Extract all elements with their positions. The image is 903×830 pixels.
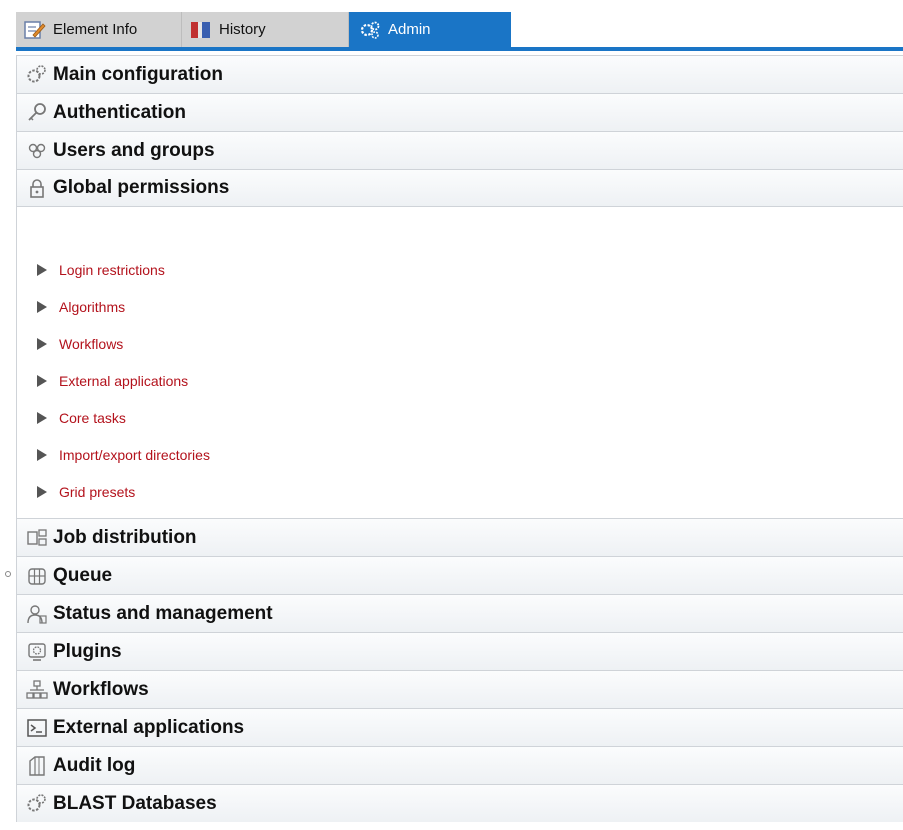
section-label: Job distribution	[53, 526, 197, 548]
section-label: External applications	[53, 716, 245, 738]
expand-arrow-icon[interactable]	[37, 374, 47, 387]
element-info-icon	[24, 20, 46, 40]
permission-item-import-export-directories[interactable]: Import/export directories	[17, 436, 903, 473]
permission-item-label[interactable]: External applications	[59, 373, 188, 389]
expand-arrow-icon[interactable]	[37, 448, 47, 461]
section-label: Users and groups	[53, 139, 215, 161]
section-label: Queue	[53, 564, 113, 586]
queue-icon	[26, 565, 48, 587]
admin-icon	[359, 20, 381, 40]
section-blast-databases[interactable]: BLAST Databases	[16, 784, 903, 822]
expand-arrow-icon[interactable]	[37, 485, 47, 498]
panel-resize-handle[interactable]	[5, 571, 11, 577]
section-authentication[interactable]: Authentication	[16, 93, 903, 131]
audit-log-icon	[26, 755, 48, 777]
section-plugins[interactable]: Plugins	[16, 632, 903, 670]
lock-icon	[26, 177, 48, 199]
tab-bar: Element Info History Admin	[16, 12, 903, 50]
admin-accordion: Main configuration Authentication Users …	[16, 55, 903, 822]
key-icon	[26, 102, 48, 124]
permission-item-label[interactable]: Algorithms	[59, 299, 125, 315]
terminal-icon	[26, 717, 48, 739]
history-icon	[190, 20, 212, 40]
tab-underline	[16, 47, 903, 51]
section-workflows[interactable]: Workflows	[16, 670, 903, 708]
section-label: Status and management	[53, 602, 273, 624]
section-job-distribution[interactable]: Job distribution	[16, 518, 903, 556]
tab-history[interactable]: History	[182, 12, 349, 47]
section-label: BLAST Databases	[53, 792, 217, 814]
expand-arrow-icon[interactable]	[37, 337, 47, 350]
job-distribution-icon	[26, 527, 48, 549]
tab-label: Element Info	[53, 21, 138, 38]
plugins-icon	[26, 641, 48, 663]
section-label: Audit log	[53, 754, 136, 776]
section-status-and-management[interactable]: Status and management	[16, 594, 903, 632]
section-label: Plugins	[53, 640, 122, 662]
global-permissions-panel: Login restrictions Algorithms Workflows …	[16, 207, 903, 518]
section-label: Workflows	[53, 678, 149, 700]
tab-element-info[interactable]: Element Info	[16, 12, 182, 47]
gears-icon	[26, 793, 48, 815]
permission-item-label[interactable]: Core tasks	[59, 410, 126, 426]
permission-item-label[interactable]: Workflows	[59, 336, 123, 352]
permission-item-external-applications[interactable]: External applications	[17, 362, 903, 399]
section-global-permissions[interactable]: Global permissions	[16, 169, 903, 207]
section-external-applications[interactable]: External applications	[16, 708, 903, 746]
permission-item-core-tasks[interactable]: Core tasks	[17, 399, 903, 436]
permission-item-algorithms[interactable]: Algorithms	[17, 288, 903, 325]
section-label: Authentication	[53, 101, 186, 123]
permission-item-label[interactable]: Grid presets	[59, 484, 135, 500]
expand-arrow-icon[interactable]	[37, 411, 47, 424]
permission-item-login-restrictions[interactable]: Login restrictions	[17, 251, 903, 288]
permission-item-workflows[interactable]: Workflows	[17, 325, 903, 362]
section-queue[interactable]: Queue	[16, 556, 903, 594]
section-label: Global permissions	[53, 177, 230, 198]
tab-label: History	[219, 21, 266, 38]
users-icon	[26, 140, 48, 162]
tab-label: Admin	[388, 21, 431, 38]
expand-arrow-icon[interactable]	[37, 300, 47, 313]
permission-item-label[interactable]: Import/export directories	[59, 447, 210, 463]
permission-item-label[interactable]: Login restrictions	[59, 262, 165, 278]
status-icon	[26, 603, 48, 625]
section-main-configuration[interactable]: Main configuration	[16, 55, 903, 93]
workflows-icon	[26, 679, 48, 701]
permission-item-grid-presets[interactable]: Grid presets	[17, 473, 903, 510]
section-label: Main configuration	[53, 63, 223, 85]
section-users-and-groups[interactable]: Users and groups	[16, 131, 903, 169]
tab-admin[interactable]: Admin	[349, 12, 511, 47]
section-audit-log[interactable]: Audit log	[16, 746, 903, 784]
expand-arrow-icon[interactable]	[37, 263, 47, 276]
gears-icon	[26, 64, 48, 86]
